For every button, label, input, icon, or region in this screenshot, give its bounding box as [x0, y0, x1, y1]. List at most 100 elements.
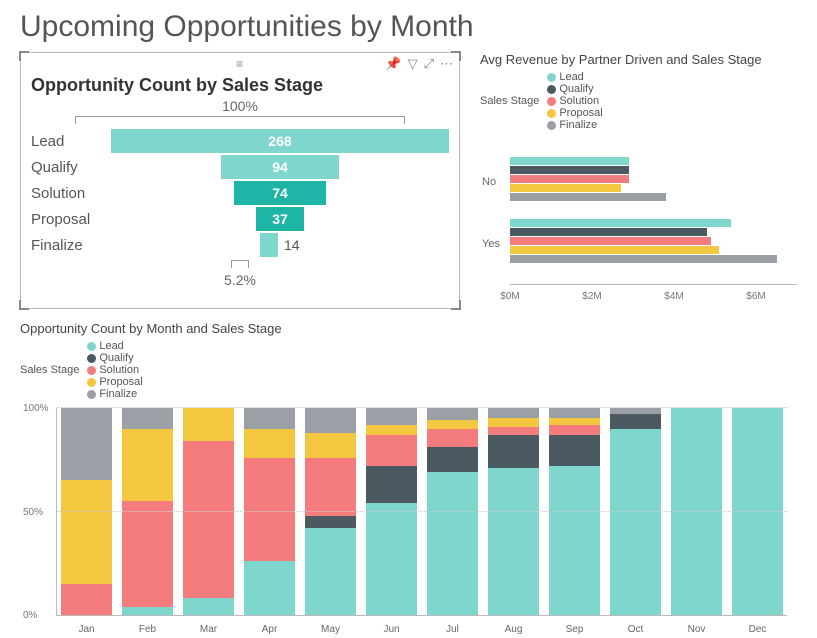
revenue-bar[interactable]	[510, 166, 629, 174]
revenue-bar[interactable]	[510, 193, 666, 201]
funnel-bar[interactable]: 94	[221, 155, 339, 179]
stacked-column[interactable]: Dec	[732, 408, 783, 615]
stacked-column[interactable]: Jan	[61, 408, 112, 615]
stacked-segment[interactable]	[427, 420, 478, 428]
filter-icon[interactable]: ▽	[408, 57, 418, 70]
stacked-column[interactable]: Sep	[549, 408, 600, 615]
stacked-segment[interactable]	[305, 528, 356, 615]
stacked-segment[interactable]	[244, 561, 295, 615]
stacked-segment[interactable]	[366, 435, 417, 466]
stacked-segment[interactable]	[305, 408, 356, 433]
stacked-segment[interactable]	[549, 425, 600, 435]
stacked-column[interactable]: May	[305, 408, 356, 615]
legend-item[interactable]: Lead	[547, 71, 602, 83]
page-title: Upcoming Opportunities by Month	[20, 10, 797, 44]
stacked-segment[interactable]	[61, 584, 112, 615]
funnel-bar[interactable]: 268	[111, 129, 449, 153]
funnel-chart-panel[interactable]: ≡ 📌 ▽ ⤢ ⋯ Opportunity Count by Sales Sta…	[20, 52, 460, 309]
funnel-row[interactable]: Finalize14	[31, 232, 449, 258]
revenue-bar[interactable]	[510, 175, 629, 183]
stacked-segment[interactable]	[122, 607, 173, 615]
stacked-segment[interactable]	[366, 503, 417, 615]
stacked-chart: JanFebMarAprMayJunJulAugSepOctNovDec 0%5…	[20, 408, 797, 638]
stacked-segment[interactable]	[366, 466, 417, 503]
stacked-segment[interactable]	[305, 458, 356, 516]
stacked-segment[interactable]	[610, 414, 661, 428]
stacked-segment[interactable]	[244, 458, 295, 562]
stacked-column[interactable]: Apr	[244, 408, 295, 615]
stacked-column[interactable]: Feb	[122, 408, 173, 615]
stacked-segment[interactable]	[244, 408, 295, 429]
stacked-segment[interactable]	[305, 516, 356, 528]
stacked-segment[interactable]	[610, 429, 661, 615]
legend-item[interactable]: Finalize	[87, 388, 142, 400]
stacked-column[interactable]: Nov	[671, 408, 722, 615]
stacked-segment[interactable]	[427, 408, 478, 420]
axis-tick: Sep	[549, 624, 600, 635]
funnel-bar[interactable]	[260, 233, 278, 257]
stacked-segment[interactable]	[427, 472, 478, 615]
legend-item[interactable]: Finalize	[547, 119, 602, 131]
funnel-row[interactable]: Qualify94	[31, 154, 449, 180]
stacked-segment[interactable]	[427, 447, 478, 472]
stacked-segment[interactable]	[488, 418, 539, 426]
stacked-segment[interactable]	[183, 598, 234, 615]
stacked-segment[interactable]	[549, 466, 600, 615]
legend-item[interactable]: Qualify	[87, 352, 142, 364]
funnel-title: Opportunity Count by Sales Stage	[31, 75, 449, 96]
legend-item[interactable]: Proposal	[547, 107, 602, 119]
drag-handle-icon[interactable]: ≡	[236, 57, 244, 71]
stacked-column[interactable]: Oct	[610, 408, 661, 615]
stacked-segment[interactable]	[549, 408, 600, 418]
stacked-column[interactable]: Mar	[183, 408, 234, 615]
legend-item[interactable]: Qualify	[547, 83, 602, 95]
stacked-segment[interactable]	[122, 408, 173, 429]
revenue-bar[interactable]	[510, 228, 707, 236]
stacked-segment[interactable]	[549, 435, 600, 466]
revenue-bar[interactable]	[510, 184, 621, 192]
stacked-segment[interactable]	[488, 435, 539, 468]
axis-tick: Nov	[671, 624, 722, 635]
revenue-bar[interactable]	[510, 157, 629, 165]
stacked-segment[interactable]	[732, 408, 783, 615]
stacked-column[interactable]: Jun	[366, 408, 417, 615]
stacked-segment[interactable]	[366, 408, 417, 425]
revenue-bar[interactable]	[510, 255, 777, 263]
stacked-segment[interactable]	[122, 501, 173, 607]
revenue-chart-panel[interactable]: Avg Revenue by Partner Driven and Sales …	[480, 52, 797, 309]
stacked-segment[interactable]	[305, 433, 356, 458]
revenue-bar[interactable]	[510, 237, 711, 245]
stacked-segment[interactable]	[61, 408, 112, 480]
revenue-bar[interactable]	[510, 219, 731, 227]
stacked-segment[interactable]	[488, 408, 539, 418]
stacked-segment[interactable]	[366, 425, 417, 435]
stacked-segment[interactable]	[61, 480, 112, 584]
funnel-row[interactable]: Lead268	[31, 128, 449, 154]
revenue-bar[interactable]	[510, 246, 719, 254]
pin-icon[interactable]: 📌	[385, 57, 401, 70]
stacked-segment[interactable]	[671, 408, 722, 615]
stacked-chart-panel[interactable]: Opportunity Count by Month and Sales Sta…	[20, 321, 797, 638]
focus-mode-icon[interactable]: ⤢	[424, 57, 434, 70]
stacked-column[interactable]: Aug	[488, 408, 539, 615]
funnel-bar[interactable]: 74	[234, 181, 325, 205]
funnel-bar[interactable]: 37	[256, 207, 303, 231]
axis-tick: Apr	[244, 624, 295, 635]
stacked-segment[interactable]	[488, 468, 539, 615]
legend-item[interactable]: Proposal	[87, 376, 142, 388]
legend-item[interactable]: Lead	[87, 340, 142, 352]
funnel-bottom-bracket	[231, 260, 249, 268]
stacked-segment[interactable]	[183, 408, 234, 441]
stacked-segment[interactable]	[183, 441, 234, 598]
more-options-icon[interactable]: ⋯	[440, 57, 453, 70]
axis-tick: Oct	[610, 624, 661, 635]
stacked-column[interactable]: Jul	[427, 408, 478, 615]
stacked-segment[interactable]	[488, 427, 539, 435]
stacked-segment[interactable]	[244, 429, 295, 458]
funnel-row[interactable]: Solution74	[31, 180, 449, 206]
funnel-row[interactable]: Proposal37	[31, 206, 449, 232]
legend-item[interactable]: Solution	[87, 364, 142, 376]
legend-item[interactable]: Solution	[547, 95, 602, 107]
stacked-segment[interactable]	[427, 429, 478, 448]
stacked-segment[interactable]	[122, 429, 173, 501]
